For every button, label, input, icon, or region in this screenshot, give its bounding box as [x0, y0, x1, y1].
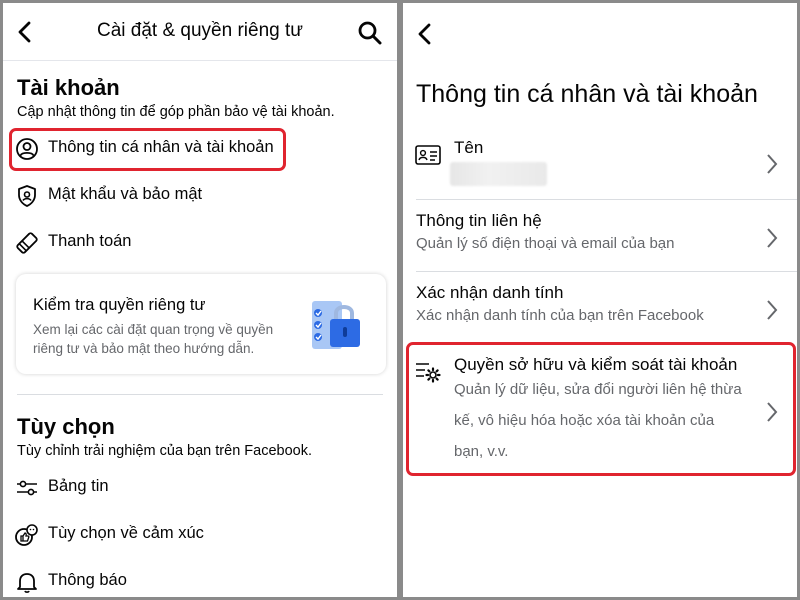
sliders-icon	[17, 480, 37, 496]
menu-item-label: Mật khẩu và bảo mật	[48, 185, 203, 203]
settings-privacy-screen: Cài đặt & quyền riêng tư Tài khoản Cập n…	[3, 3, 397, 597]
blurred-name-value	[450, 162, 547, 186]
personal-account-info-screen: Thông tin cá nhân và tài khoản Tên Thông…	[403, 3, 797, 597]
menu-item-news-feed[interactable]: Bảng tin	[11, 468, 387, 508]
bell-icon	[17, 573, 37, 593]
list-item-contact-info[interactable]: Thông tin liên hệ Quản lý số điện thoại …	[403, 200, 797, 272]
preferences-section-title: Tùy chọn	[17, 414, 115, 439]
menu-item-payments[interactable]: Thanh toán	[11, 223, 387, 263]
search-icon[interactable]	[357, 20, 383, 46]
chevron-right-icon	[767, 228, 778, 248]
page-title: Cài đặt & quyền riêng tư	[96, 20, 303, 41]
menu-item-label: Bảng tin	[48, 477, 109, 495]
list-item-identity-confirmation[interactable]: Xác nhận danh tính Xác nhận danh tính củ…	[403, 272, 797, 344]
page-title: Thông tin cá nhân và tài khoản	[416, 80, 758, 108]
menu-item-label: Thông báo	[48, 571, 127, 589]
chevron-right-icon	[767, 154, 778, 174]
item-title: Tên	[454, 138, 484, 157]
card-title: Kiểm tra quyền riêng tư	[33, 296, 206, 314]
top-bar: Cài đặt & quyền riêng tư	[3, 3, 397, 61]
preferences-section-subtitle: Tùy chỉnh trải nghiệm của bạn trên Faceb…	[17, 443, 312, 459]
menu-item-reaction-preferences[interactable]: Tùy chọn về cảm xúc	[11, 515, 387, 555]
list-item-name[interactable]: Tên	[403, 128, 797, 200]
reactions-icon	[15, 524, 38, 546]
menu-item-label: Tùy chọn về cảm xúc	[48, 524, 204, 542]
back-arrow-icon[interactable]	[415, 22, 435, 46]
privacy-lock-checklist-icon	[312, 301, 360, 349]
shield-icon	[18, 185, 36, 207]
menu-item-label: Thanh toán	[48, 232, 132, 250]
tag-icon	[16, 232, 38, 254]
item-description: Quản lý số điện thoại và email của bạn	[416, 235, 675, 252]
section-divider	[17, 394, 383, 395]
card-description: Xem lại các cài đặt quan trọng về quyền …	[33, 322, 274, 356]
chevron-right-icon	[767, 300, 778, 320]
id-card-icon	[415, 145, 441, 165]
privacy-checkup-card[interactable]: Kiểm tra quyền riêng tư Xem lại các cài …	[16, 274, 386, 374]
item-description: Xác nhận danh tính của bạn trên Facebook	[416, 307, 704, 324]
menu-item-notifications[interactable]: Thông báo	[11, 562, 387, 597]
menu-item-password-security[interactable]: Mật khẩu và bảo mật	[11, 176, 387, 216]
account-section-subtitle: Cập nhật thông tin để góp phần bảo vệ tà…	[17, 104, 335, 120]
highlight-box	[9, 128, 286, 171]
account-section-title: Tài khoản	[17, 75, 120, 100]
highlight-box	[406, 342, 796, 476]
